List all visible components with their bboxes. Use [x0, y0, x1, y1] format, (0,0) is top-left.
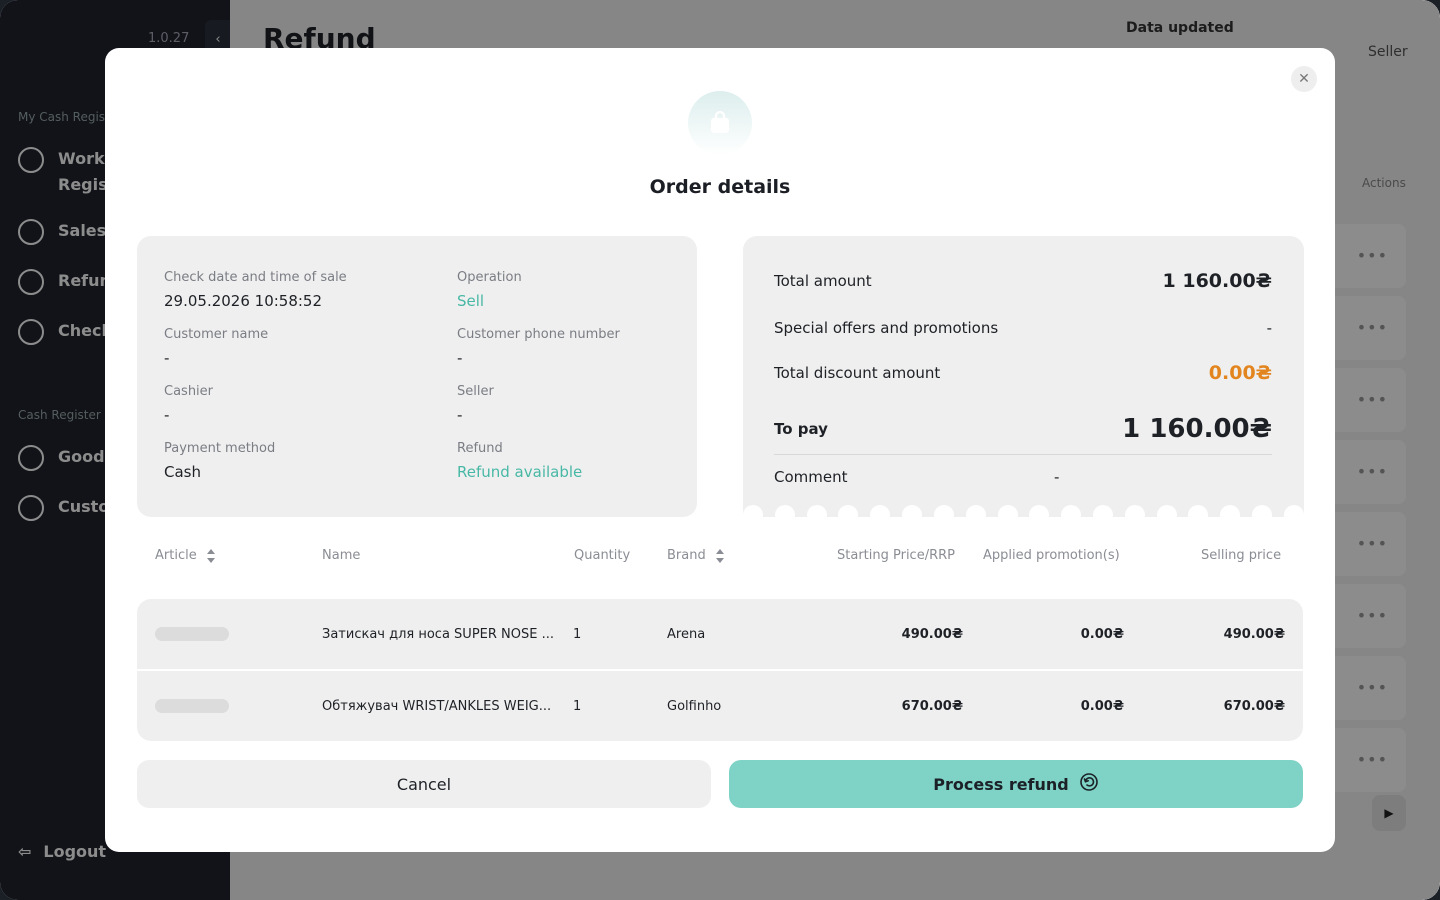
- customer-name-label: Customer name: [164, 327, 269, 342]
- seller-value: -: [457, 406, 463, 424]
- close-icon: ✕: [1298, 71, 1310, 87]
- name-cell: Обтяжувач WRIST/ANKLES WEIG...: [322, 698, 552, 714]
- comment-row: Comment -: [774, 468, 1272, 486]
- payment-method-value: Cash: [164, 463, 201, 481]
- refund-arrow-icon: [1079, 772, 1099, 796]
- order-summary-card: Total amount 1 160.00₴ Special offers an…: [743, 236, 1304, 517]
- article-column-header[interactable]: Article: [155, 548, 215, 563]
- shopping-bag-icon: [688, 91, 752, 155]
- comment-value: -: [1054, 468, 1060, 486]
- check-date-field: Check date and time of sale 29.05.2026 1…: [164, 269, 444, 313]
- cashier-field: Cashier -: [164, 383, 444, 427]
- order-details-modal: ✕ Order details Check date and time of s…: [105, 48, 1335, 852]
- promotion-cell: 0.00₴: [1080, 698, 1124, 714]
- sort-icon[interactable]: [715, 548, 724, 563]
- name-column-header: Name: [322, 548, 361, 563]
- refund-field: Refund Refund available: [457, 440, 737, 484]
- check-date-value: 29.05.2026 10:58:52: [164, 292, 323, 310]
- customer-phone-value: -: [457, 349, 463, 367]
- table-row[interactable]: Затискач для носа SUPER NOSE ... 1 Arena…: [137, 599, 1303, 669]
- brand-cell: Arena: [667, 626, 706, 642]
- selling-price-cell: 670.00₴: [1223, 698, 1285, 714]
- selling-price-column-header: Selling price: [1201, 548, 1282, 563]
- items-table-header: Article Name Quantity Brand Starting Pri…: [137, 548, 1303, 568]
- close-button[interactable]: ✕: [1291, 66, 1317, 92]
- cashier-label: Cashier: [164, 384, 214, 399]
- order-info-card: Check date and time of sale 29.05.2026 1…: [137, 236, 697, 517]
- cancel-button[interactable]: Cancel: [137, 760, 711, 808]
- to-pay-label: To pay: [774, 420, 828, 438]
- cashier-value: -: [164, 406, 170, 424]
- sort-icon[interactable]: [206, 548, 215, 563]
- applied-promotions-column-header: Applied promotion(s): [983, 548, 1120, 563]
- receipt-edge: [743, 505, 1304, 517]
- special-offers-row: Special offers and promotions -: [774, 319, 1272, 337]
- comment-label: Comment: [774, 468, 848, 486]
- loading-skeleton: [155, 627, 229, 641]
- quantity-cell: 1: [573, 698, 582, 714]
- starting-price-cell: 670.00₴: [901, 698, 963, 714]
- to-pay-value: 1 160.00₴: [1122, 414, 1272, 444]
- operation-label: Operation: [457, 270, 522, 285]
- customer-name-value: -: [164, 349, 170, 367]
- table-row[interactable]: Обтяжувач WRIST/ANKLES WEIG... 1 Golfinh…: [137, 671, 1303, 741]
- refund-status-value: Refund available: [457, 463, 583, 481]
- seller-field: Seller -: [457, 383, 737, 427]
- starting-price-cell: 490.00₴: [901, 626, 963, 642]
- items-table-body: Затискач для носа SUPER NOSE ... 1 Arena…: [137, 599, 1303, 741]
- special-offers-value: -: [1266, 319, 1272, 337]
- brand-header-label: Brand: [667, 548, 706, 563]
- operation-value: Sell: [457, 292, 485, 310]
- loading-skeleton: [155, 699, 229, 713]
- total-amount-label: Total amount: [774, 272, 872, 290]
- operation-field: Operation Sell: [457, 269, 737, 313]
- special-offers-label: Special offers and promotions: [774, 319, 999, 337]
- process-refund-button[interactable]: Process refund: [729, 760, 1303, 808]
- promotion-cell: 0.00₴: [1080, 626, 1124, 642]
- customer-name-field: Customer name -: [164, 326, 444, 370]
- check-date-label: Check date and time of sale: [164, 270, 347, 285]
- article-header-label: Article: [155, 548, 197, 563]
- article-cell: [155, 671, 229, 741]
- name-cell: Затискач для носа SUPER NOSE ...: [322, 626, 554, 642]
- process-refund-label: Process refund: [933, 774, 1069, 794]
- selling-price-cell: 490.00₴: [1223, 626, 1285, 642]
- summary-divider: [774, 454, 1272, 455]
- refund-label: Refund: [457, 441, 503, 456]
- quantity-column-header: Quantity: [574, 548, 631, 563]
- modal-title: Order details: [649, 176, 791, 198]
- brand-cell: Golfinho: [667, 698, 722, 714]
- total-discount-value: 0.00₴: [1208, 362, 1272, 384]
- total-amount-row: Total amount 1 160.00₴: [774, 270, 1272, 292]
- starting-price-column-header: Starting Price/RRP: [837, 548, 955, 563]
- customer-phone-field: Customer phone number -: [457, 326, 737, 370]
- total-discount-label: Total discount amount: [774, 364, 941, 382]
- customer-phone-label: Customer phone number: [457, 327, 620, 342]
- quantity-cell: 1: [573, 626, 582, 642]
- total-discount-row: Total discount amount 0.00₴: [774, 362, 1272, 384]
- payment-method-field: Payment method Cash: [164, 440, 444, 484]
- total-amount-value: 1 160.00₴: [1162, 270, 1272, 292]
- article-cell: [155, 599, 229, 669]
- to-pay-row: To pay 1 160.00₴: [774, 414, 1272, 444]
- payment-method-label: Payment method: [164, 441, 276, 456]
- seller-label: Seller: [457, 384, 494, 399]
- brand-column-header[interactable]: Brand: [667, 548, 724, 563]
